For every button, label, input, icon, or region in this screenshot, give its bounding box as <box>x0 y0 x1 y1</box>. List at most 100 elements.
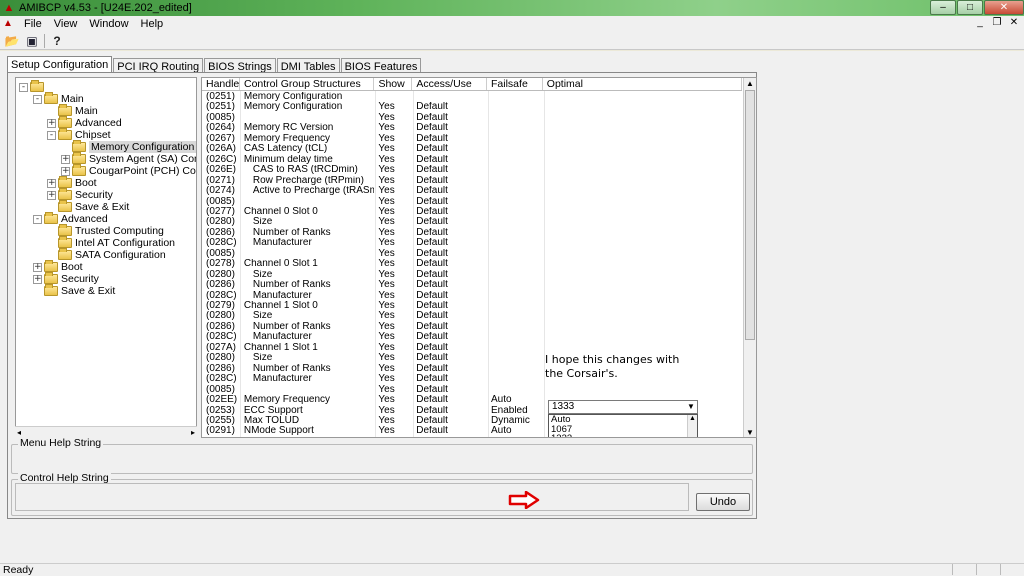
table-row[interactable]: (0267) Memory Frequency Yes Default <box>202 134 742 144</box>
expand-icon[interactable]: + <box>33 274 42 284</box>
table-row[interactable]: (028C) Manufacturer Yes Default <box>202 291 742 301</box>
col-failsafe[interactable]: Failsafe <box>487 78 543 90</box>
grid-header: Handle Control Group Structures Show Acc… <box>202 78 742 91</box>
expand-icon[interactable]: + <box>61 166 70 176</box>
table-row[interactable]: (0280) Size Yes Default <box>202 217 742 227</box>
tree-node[interactable]: + Security <box>33 272 99 285</box>
grid-vertical-scrollbar[interactable]: ▲ ▼ <box>743 78 756 437</box>
scroll-left-icon[interactable]: ◂ <box>17 428 21 437</box>
cell-control-group: Size <box>252 269 273 280</box>
table-row[interactable]: (0280) Size Yes Default <box>202 311 742 321</box>
menu-help[interactable]: Help <box>135 16 170 32</box>
collapse-icon[interactable]: - <box>33 214 42 224</box>
title-bar[interactable]: ▲ AMIBCP v4.53 - [U24E.202_edited] – □ ✕ <box>0 0 1024 16</box>
table-row[interactable]: (0274) Active to Precharge (tRASmin)Yes De… <box>202 186 742 196</box>
table-row[interactable]: (0264) Memory RC Version Yes Default <box>202 123 742 133</box>
dropdown-option[interactable]: 1333 <box>549 434 697 437</box>
menu-file[interactable]: File <box>18 16 48 32</box>
scroll-up-icon[interactable]: ▲ <box>744 78 756 90</box>
scroll-down-icon[interactable]: ▼ <box>744 427 756 437</box>
help-icon[interactable]: ? <box>49 33 65 49</box>
table-row[interactable]: (026C) Minimum delay time Yes Default <box>202 155 742 165</box>
optimal-value-dropdown-list[interactable]: Auto10671333160018672133▲▼ <box>548 414 698 437</box>
table-row[interactable]: (0085) Yes Default <box>202 113 742 123</box>
minimize-button[interactable]: – <box>930 0 956 15</box>
tab-pci-irq-routing[interactable]: PCI IRQ Routing <box>113 58 204 73</box>
col-handle[interactable]: Handle <box>202 78 240 90</box>
table-row[interactable]: (0277) Channel 0 Slot 0 Yes Default <box>202 207 742 217</box>
table-row[interactable]: (026A) CAS Latency (tCL) Yes Default <box>202 144 742 154</box>
toolbar: 📂 ▣ ? <box>0 32 1024 50</box>
collapse-icon[interactable]: - <box>33 94 42 104</box>
table-row[interactable]: (0286) Number of Ranks Yes Default <box>202 228 742 238</box>
save-icon[interactable]: ▣ <box>24 33 40 49</box>
tree-node[interactable]: Save & Exit <box>33 284 115 297</box>
expand-icon[interactable]: + <box>47 190 56 200</box>
tree-node[interactable]: Save & Exit <box>47 200 129 213</box>
tree-node[interactable]: + System Agent (SA) Configura <box>61 152 196 165</box>
table-row[interactable]: (0279) Channel 1 Slot 0 Yes Default <box>202 301 742 311</box>
collapse-icon[interactable]: - <box>47 130 56 140</box>
tree-node[interactable]: + Security <box>47 188 113 201</box>
maximize-button[interactable]: □ <box>957 0 983 15</box>
doc-close-button[interactable]: ✕ <box>1006 16 1022 30</box>
table-row[interactable]: (0085) Yes Default <box>202 385 742 395</box>
menu-view[interactable]: View <box>48 16 84 32</box>
close-button[interactable]: ✕ <box>984 0 1024 15</box>
tree-node[interactable]: + Boot <box>33 260 83 273</box>
tree-node[interactable]: + Boot <box>47 176 97 189</box>
tree-node[interactable]: + CougarPoint (PCH) Configura <box>61 164 196 177</box>
col-optimal[interactable]: Optimal <box>543 78 742 90</box>
undo-button[interactable]: Undo <box>696 493 750 511</box>
table-row[interactable]: (028C) Manufacturer Yes Default <box>202 332 742 342</box>
expand-icon[interactable]: + <box>47 118 56 128</box>
optimal-value-combobox[interactable]: 1333 ▼ <box>548 400 698 414</box>
col-show[interactable]: Show <box>374 78 413 90</box>
folder-icon <box>44 92 58 104</box>
tab-bios-features[interactable]: BIOS Features <box>340 58 422 73</box>
scroll-thumb[interactable] <box>745 90 755 340</box>
tab-dmi-tables[interactable]: DMI Tables <box>276 58 340 73</box>
cell-access-use: Default <box>416 133 448 144</box>
cell-show: Yes <box>378 206 395 217</box>
tab-bios-strings[interactable]: BIOS Strings <box>204 58 276 73</box>
tree-node[interactable]: SATA Configuration <box>47 248 166 261</box>
chevron-down-icon[interactable]: ▼ <box>685 401 697 413</box>
col-control-group[interactable]: Control Group Structures <box>240 78 375 90</box>
table-row[interactable]: (0085) Yes Default <box>202 197 742 207</box>
table-row[interactable]: (0251) Memory Configuration <box>202 92 742 102</box>
col-access-use[interactable]: Access/Use <box>412 78 488 90</box>
table-row[interactable]: (0271) Row Precharge (tRPmin) Yes Default <box>202 176 742 186</box>
expand-icon[interactable]: + <box>61 154 70 164</box>
cell-failsafe <box>487 144 543 154</box>
dropdown-scrollbar[interactable]: ▲▼ <box>687 415 697 437</box>
table-row[interactable]: (0085) Yes Default <box>202 249 742 259</box>
tree-node[interactable]: Main <box>47 104 98 117</box>
table-row[interactable]: (0278) Channel 0 Slot 1 Yes Default <box>202 259 742 269</box>
table-row[interactable]: (026E) CAS to RAS (tRCDmin) Yes Default <box>202 165 742 175</box>
open-folder-icon[interactable]: 📂 <box>4 33 20 49</box>
doc-minimize-button[interactable]: _ <box>972 16 988 30</box>
table-row[interactable]: (0286) Number of Ranks Yes Default <box>202 280 742 290</box>
table-row[interactable]: (0286) Number of Ranks Yes Default <box>202 322 742 332</box>
setup-tree[interactable]: - - Main Main + Advanced - Chipset Memory Config… <box>15 77 197 438</box>
scroll-right-icon[interactable]: ▸ <box>191 428 195 437</box>
tree-node[interactable]: - <box>19 80 47 93</box>
expand-icon[interactable]: + <box>47 178 56 188</box>
menu-window[interactable]: Window <box>83 16 134 32</box>
expand-icon[interactable]: + <box>33 262 42 272</box>
doc-restore-button[interactable]: ❐ <box>989 16 1005 30</box>
cell-failsafe <box>487 364 543 374</box>
table-row[interactable]: (027A) Channel 1 Slot 1 Yes Default <box>202 343 742 353</box>
cell-failsafe <box>487 238 543 248</box>
collapse-icon[interactable]: - <box>19 82 28 92</box>
table-row[interactable]: (028C) Manufacturer Yes Default <box>202 238 742 248</box>
cell-handle: (0280) <box>206 353 235 364</box>
table-row[interactable]: (0251) Memory Configuration Yes Default <box>202 102 742 112</box>
cell-optimal <box>543 155 742 165</box>
cell-handle: (0253) <box>206 405 235 416</box>
tree-node[interactable]: - Advanced <box>33 212 108 225</box>
document-icon[interactable]: ▲ <box>2 18 14 30</box>
table-row[interactable]: (0280) Size Yes Default <box>202 270 742 280</box>
tree-node[interactable]: Memory Configuration <box>61 140 196 153</box>
